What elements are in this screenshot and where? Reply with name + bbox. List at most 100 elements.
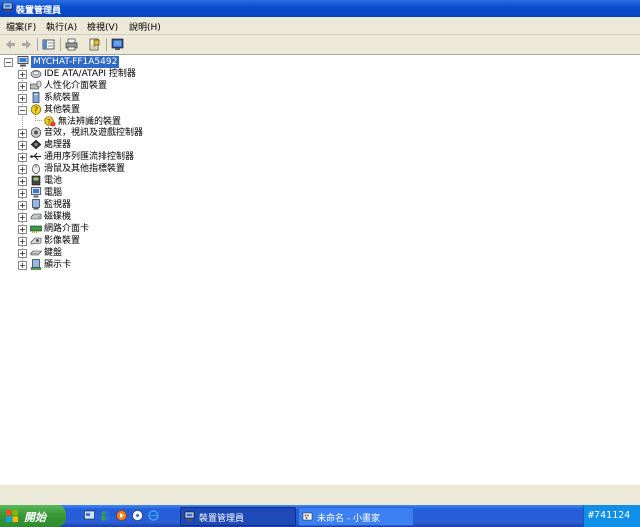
media-icon[interactable] — [132, 510, 143, 521]
back-icon[interactable] — [4, 38, 17, 51]
toolbar — [0, 35, 640, 55]
usb-icon — [30, 152, 41, 161]
help-icon[interactable] — [111, 38, 124, 51]
tree-item-sound[interactable]: + 音效，視訊及遊戲控制器 — [18, 127, 318, 139]
window-title: 裝置管理員 — [16, 6, 62, 16]
ide-controller-icon — [30, 70, 42, 78]
expand-toggle[interactable]: + — [18, 165, 27, 174]
menu-bar: 檔案(F) 執行(A) 檢視(V) 說明(H) — [0, 17, 640, 35]
other-devices-icon: ? — [30, 104, 42, 115]
sound-icon — [30, 127, 42, 138]
hid-icon — [30, 80, 42, 90]
expand-toggle[interactable]: + — [18, 189, 27, 198]
computer-root-icon — [17, 56, 29, 67]
processor-icon — [30, 139, 42, 150]
menu-view[interactable]: 檢視(V) — [87, 20, 118, 33]
toolbar-separator — [60, 38, 61, 51]
expand-toggle[interactable]: + — [18, 70, 27, 79]
tree-item-label: 音效，視訊及遊戲控制器 — [44, 128, 144, 138]
paint-icon — [302, 512, 313, 521]
tree-item-system[interactable]: + 系統裝置 — [18, 92, 318, 104]
media-player-icon[interactable] — [116, 510, 127, 521]
forward-icon[interactable] — [20, 38, 33, 51]
tree-item-imaging[interactable]: + 影像裝置 — [18, 235, 318, 247]
keyboard-icon — [30, 250, 42, 256]
expand-toggle[interactable]: + — [18, 141, 27, 150]
collapse-toggle[interactable]: − — [4, 58, 13, 67]
monitor-icon — [32, 199, 40, 210]
tree-item-label: 系統裝置 — [44, 93, 81, 103]
taskbar-button-label: 裝置管理員 — [199, 514, 245, 524]
tree-item-keyboard[interactable]: + 鍵盤 — [18, 247, 318, 259]
device-tree: − MYCHAT-FF1A5492 + IDE ATA/ATAPI 控制器 + … — [0, 55, 640, 485]
tree-item-ide[interactable]: + IDE ATA/ATAPI 控制器 — [18, 68, 318, 80]
toolbar-separator — [37, 38, 38, 51]
tree-item-usb[interactable]: + 通用序列匯流排控制器 — [18, 151, 318, 163]
tree-item-label: 人性化介面裝置 — [44, 81, 108, 91]
expand-toggle[interactable]: + — [18, 213, 27, 222]
device-manager-icon — [2, 3, 13, 12]
menu-help[interactable]: 說明(H) — [129, 20, 161, 33]
expand-toggle[interactable]: + — [18, 129, 27, 138]
status-bar — [0, 485, 640, 505]
tree-item-label: IDE ATA/ATAPI 控制器 — [44, 69, 136, 79]
expand-toggle[interactable]: + — [18, 82, 27, 91]
collapse-toggle[interactable]: − — [18, 106, 27, 115]
tree-item-label: 網路介面卡 — [44, 224, 90, 234]
tree-item-label: 監視器 — [44, 200, 72, 210]
messenger-icon[interactable] — [100, 510, 111, 521]
show-hide-tree-icon[interactable] — [42, 38, 55, 51]
start-label: 開始 — [24, 511, 46, 524]
system-device-icon — [32, 92, 40, 103]
expand-toggle[interactable]: + — [18, 225, 27, 234]
tree-root[interactable]: − MYCHAT-FF1A5492 — [4, 56, 204, 68]
menu-action[interactable]: 執行(A) — [46, 20, 77, 33]
properties-icon[interactable] — [88, 38, 101, 51]
taskbar-button-device-manager[interactable]: 裝置管理員 — [180, 507, 296, 526]
expand-toggle[interactable]: + — [18, 249, 27, 258]
expand-toggle[interactable]: + — [18, 237, 27, 246]
tree-item-label: 處理器 — [44, 140, 72, 150]
menu-file[interactable]: 檔案(F) — [6, 20, 36, 33]
mouse-icon — [32, 164, 40, 174]
taskbar-button-paint[interactable]: 未命名 - 小畫家 — [298, 507, 414, 526]
print-icon[interactable] — [65, 38, 78, 51]
tree-item-label: 鍵盤 — [44, 248, 63, 258]
tree-item-network[interactable]: + 網路介面卡 — [18, 223, 318, 235]
internet-explorer-icon[interactable] — [148, 510, 159, 521]
tree-item-display-adapter[interactable]: + 顯示卡 — [18, 259, 318, 271]
display-adapter-icon — [30, 259, 42, 270]
expand-toggle[interactable]: + — [18, 153, 27, 162]
tree-item-battery[interactable]: + 電池 — [18, 175, 318, 187]
computer-icon — [31, 187, 41, 198]
tree-item-label: 影像裝置 — [44, 236, 81, 246]
tree-item-label: 通用序列匯流排控制器 — [44, 152, 135, 162]
tree-item-hid[interactable]: + 人性化介面裝置 — [18, 80, 318, 92]
tree-item-disk[interactable]: + 磁碟機 — [18, 211, 318, 223]
device-manager-icon — [184, 511, 195, 521]
system-tray: #741124 — [583, 505, 640, 527]
tree-item-label: 滑鼠及其他指標裝置 — [44, 164, 126, 174]
expand-toggle[interactable]: + — [18, 94, 27, 103]
tree-item-monitor[interactable]: + 監視器 — [18, 199, 318, 211]
tree-item-label: 磁碟機 — [44, 212, 72, 222]
unknown-device-warning-icon: ? ! — [44, 116, 56, 127]
tree-root-label: MYCHAT-FF1A5492 — [31, 56, 120, 68]
tree-item-other[interactable]: − ? 其他裝置 — [18, 104, 318, 116]
tree-item-processor[interactable]: + 處理器 — [18, 139, 318, 151]
tree-item-mouse[interactable]: + 滑鼠及其他指標裝置 — [18, 163, 318, 175]
network-adapter-icon — [30, 225, 42, 233]
title-bar[interactable]: 裝置管理員 — [0, 0, 640, 17]
show-desktop-icon[interactable] — [84, 510, 95, 521]
windows-flag-icon — [6, 510, 18, 522]
tree-connector — [35, 120, 42, 121]
taskbar: 開始 裝置管理員 未命名 - 小畫家 #741124 — [0, 505, 640, 527]
start-button[interactable]: 開始 — [0, 505, 66, 527]
tree-item-computer[interactable]: + 電腦 — [18, 187, 318, 199]
expand-toggle[interactable]: + — [18, 261, 27, 270]
tree-item-label: 電池 — [44, 176, 63, 186]
battery-icon — [31, 175, 41, 186]
tree-item-label: 顯示卡 — [44, 260, 72, 270]
expand-toggle[interactable]: + — [18, 201, 27, 210]
expand-toggle[interactable]: + — [18, 177, 27, 186]
